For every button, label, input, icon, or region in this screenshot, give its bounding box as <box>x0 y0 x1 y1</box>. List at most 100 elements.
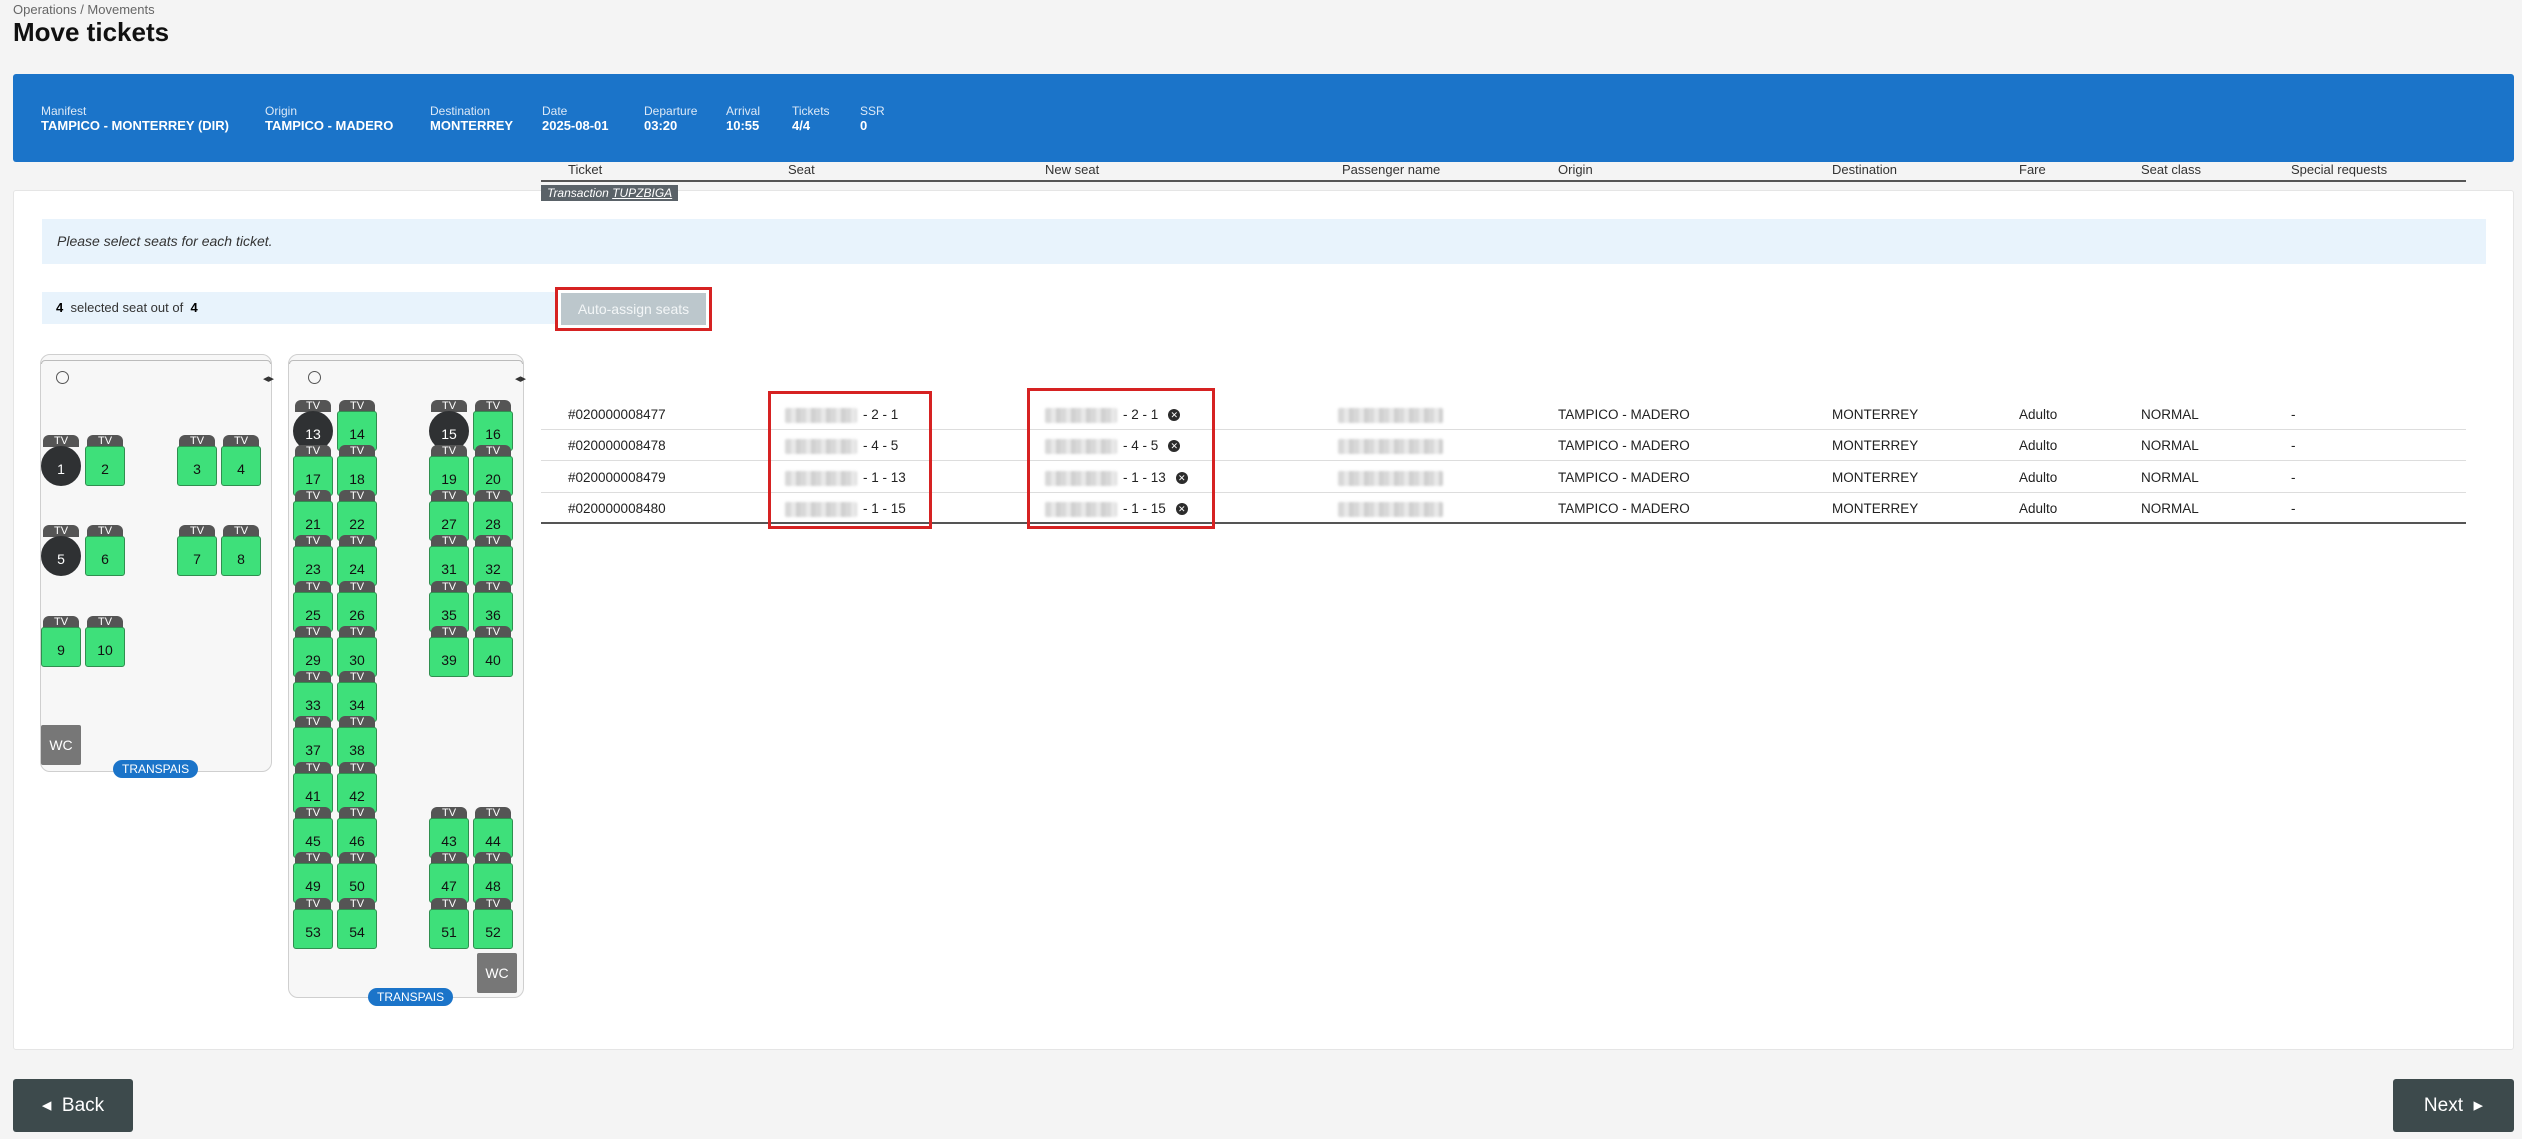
passenger-name <box>1338 470 1449 486</box>
bus-deck-upper: ◂▸ WC TV 13 TV 14 TV 15 TV 16 TV 17 TV 18 TV 19 TV 20 TV… <box>288 354 526 998</box>
deck-toggle-arrows-icon[interactable]: ◂▸ <box>263 372 274 385</box>
brand-badge-upper: TRANSPAIS <box>368 988 454 1006</box>
info-label: Manifest <box>41 104 87 118</box>
ticket-number: #020000008480 <box>568 501 666 516</box>
total-count: 4 <box>190 300 198 315</box>
info-field-arrival: Arrival 10:55 <box>726 104 760 134</box>
info-label: Destination <box>430 104 491 118</box>
seat-7[interactable]: 7 <box>177 536 217 576</box>
column-header: Special requests <box>2291 162 2388 177</box>
seat-50[interactable]: 50 <box>337 863 377 903</box>
passenger-name <box>1338 407 1449 423</box>
seat-39[interactable]: 39 <box>429 637 469 677</box>
brand-badge-lower: TRANSPAIS <box>113 760 199 778</box>
new-seat-highlight <box>1027 388 1215 529</box>
destination: MONTERREY <box>1832 470 1919 485</box>
deck-roof-line <box>289 360 523 364</box>
destination: MONTERREY <box>1832 438 1919 453</box>
ticket-number: #020000008477 <box>568 407 666 422</box>
seat-9[interactable]: 9 <box>41 627 81 667</box>
origin: TAMPICO - MADERO <box>1558 407 1690 422</box>
deck-toggle-arrows-icon[interactable]: ◂▸ <box>515 372 526 385</box>
info-label: Departure <box>644 104 698 118</box>
back-label: Back <box>61 1095 105 1116</box>
fare: Adulto <box>2019 470 2058 485</box>
seat-class: NORMAL <box>2141 470 2199 485</box>
transaction-tag: Transaction TUPZBIGA <box>541 185 679 201</box>
seat-10[interactable]: 10 <box>85 627 125 667</box>
special-requests: - <box>2291 407 2296 422</box>
seat-53[interactable]: 53 <box>293 909 333 949</box>
seat-48[interactable]: 48 <box>473 863 513 903</box>
seat-3[interactable]: 3 <box>177 446 217 486</box>
column-header: Origin <box>1558 162 1593 177</box>
seat-37[interactable]: 37 <box>293 727 333 767</box>
info-value: 0 <box>860 118 868 133</box>
seat-class: NORMAL <box>2141 407 2199 422</box>
redacted-passenger-name <box>1338 438 1443 454</box>
destination: MONTERREY <box>1832 501 1919 516</box>
redacted-passenger-name <box>1338 407 1443 423</box>
seat-49[interactable]: 49 <box>293 863 333 903</box>
transaction-code-link[interactable]: TUPZBIGA <box>612 186 672 200</box>
info-field-ssr: SSR 0 <box>860 104 885 134</box>
column-header: Seat <box>788 162 815 177</box>
column-header: Destination <box>1832 162 1898 177</box>
deck-roof-line <box>41 360 271 364</box>
seat-24[interactable]: 24 <box>337 546 377 586</box>
next-button[interactable]: Next ▸ <box>2393 1079 2514 1132</box>
info-value: 2025-08-01 <box>542 118 609 133</box>
ticket-number: #020000008478 <box>568 438 666 453</box>
seat-54[interactable]: 54 <box>337 909 377 949</box>
seat-6[interactable]: 6 <box>85 536 125 576</box>
seat-51[interactable]: 51 <box>429 909 469 949</box>
seat-31[interactable]: 31 <box>429 546 469 586</box>
info-label: Date <box>542 104 568 118</box>
seat-4[interactable]: 4 <box>221 446 261 486</box>
transaction-label: Transaction <box>547 186 609 200</box>
info-value: TAMPICO - MADERO <box>265 118 394 133</box>
breadcrumb: Operations / Movements <box>13 2 155 17</box>
steering-wheel-icon <box>308 371 321 384</box>
passenger-name <box>1338 501 1449 517</box>
info-field-date: Date 2025-08-01 <box>542 104 609 134</box>
info-field-destination: Destination MONTERREY <box>430 104 513 134</box>
info-label: Origin <box>265 104 298 118</box>
info-field-departure: Departure 03:20 <box>644 104 697 134</box>
seat-47[interactable]: 47 <box>429 863 469 903</box>
info-value: TAMPICO - MONTERREY (DIR) <box>41 118 230 133</box>
auto-assign-seats-button[interactable]: Auto-assign seats <box>555 287 712 331</box>
steering-wheel-icon <box>56 371 69 384</box>
bus-deck-lower: ◂▸ WC TV 1 TV 2 TV 3 TV 4 TV 5 TV 6 TV 7 TV 8 TV 9 TV 10 <box>40 354 274 772</box>
info-label: Arrival <box>726 104 761 118</box>
seat-40[interactable]: 40 <box>473 637 513 677</box>
seat-1[interactable]: 1 <box>41 446 81 486</box>
info-label: SSR <box>860 104 885 118</box>
seat-class: NORMAL <box>2141 438 2199 453</box>
next-label: Next <box>2423 1095 2463 1116</box>
column-header: New seat <box>1045 162 1100 177</box>
info-value: 03:20 <box>644 118 678 133</box>
page-title: Move tickets <box>13 17 170 47</box>
next-arrow-icon: ▸ <box>2462 1095 2484 1116</box>
seat-class: NORMAL <box>2141 501 2199 516</box>
back-button[interactable]: ◂ Back <box>13 1079 133 1132</box>
seat-38[interactable]: 38 <box>337 727 377 767</box>
column-header: Passenger name <box>1342 162 1441 177</box>
seat-32[interactable]: 32 <box>473 546 513 586</box>
column-header: Fare <box>2019 162 2046 177</box>
column-header: Ticket <box>568 162 603 177</box>
fare: Adulto <box>2019 407 2058 422</box>
seat-2[interactable]: 2 <box>85 446 125 486</box>
ticket-number: #020000008479 <box>568 470 666 485</box>
special-requests: - <box>2291 438 2296 453</box>
seat-8[interactable]: 8 <box>221 536 261 576</box>
special-requests: - <box>2291 501 2296 516</box>
info-field-manifest: Manifest TAMPICO - MONTERREY (DIR) <box>41 104 229 134</box>
info-value: 4/4 <box>792 118 811 133</box>
origin: TAMPICO - MADERO <box>1558 438 1690 453</box>
seat-23[interactable]: 23 <box>293 546 333 586</box>
info-field-origin: Origin TAMPICO - MADERO <box>265 104 393 134</box>
seat-5[interactable]: 5 <box>41 536 81 576</box>
seat-52[interactable]: 52 <box>473 909 513 949</box>
